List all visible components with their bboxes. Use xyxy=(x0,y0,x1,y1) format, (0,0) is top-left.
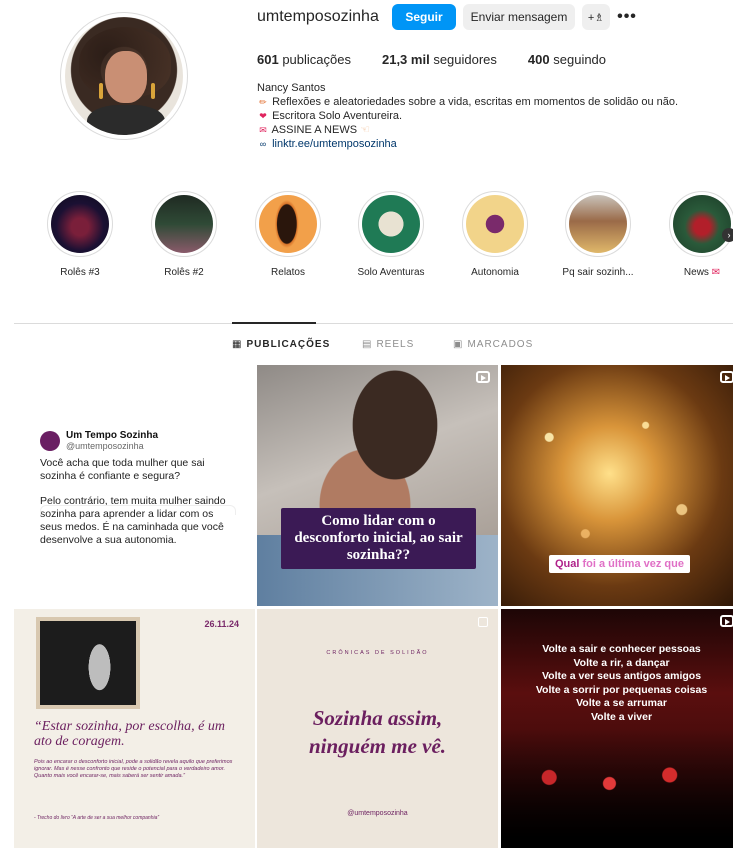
post-5[interactable]: CRÔNICAS DE SOLIDÃO Sozinha assim, ningu… xyxy=(257,609,498,848)
reel-icon xyxy=(720,615,733,627)
following-count[interactable]: 400 seguindo xyxy=(528,52,606,67)
tab-marcados[interactable]: ▣ MARCADOS xyxy=(453,339,533,350)
love-letter-icon: ✉ xyxy=(711,267,721,278)
highlights-next-button[interactable]: › xyxy=(722,228,733,242)
highlight-cover xyxy=(362,195,420,253)
highlight-cover xyxy=(466,195,524,253)
post-title: Sozinha assim, ninguém me vê. xyxy=(308,706,447,758)
highlight-relatos[interactable]: Relatos xyxy=(248,191,328,278)
post-body: Pois ao encarar o desconforto inicial, p… xyxy=(34,759,233,779)
post-caption: Qual foi a última vez que xyxy=(549,555,690,573)
pencil-icon: ✏ xyxy=(259,97,267,107)
highlight-news-label: News ✉ xyxy=(683,267,721,278)
highlight-cover xyxy=(155,195,213,253)
highlight-roles-2[interactable]: Rolês #2 xyxy=(144,191,224,278)
grid-icon: ▦ xyxy=(232,339,243,350)
profile-avatar[interactable] xyxy=(60,12,188,140)
posts-count: 601 publicações xyxy=(257,52,351,67)
love-letter-icon: ✉ xyxy=(259,125,267,135)
bio-link[interactable]: ∞ linktr.ee/umtemposozinha xyxy=(257,137,678,151)
post-quote: “Estar sozinha, por escolha, é um ato de… xyxy=(34,719,225,749)
highlight-solo-aventuras[interactable]: Solo Aventuras xyxy=(351,191,431,278)
profile-stats: 601 publicações 21,3 mil seguidores 400 … xyxy=(257,52,637,67)
pointing-hand-icon: ☜ xyxy=(360,124,370,136)
post-4[interactable]: 26.11.24 “Estar sozinha, por escolha, é … xyxy=(14,609,255,848)
post-6[interactable]: Volte a sair e conhecer pessoas Volte a … xyxy=(501,609,733,848)
followers-count[interactable]: 21,3 mil seguidores xyxy=(382,52,497,67)
reel-icon xyxy=(720,371,733,383)
profile-bio: Nancy Santos ✏ Reflexões e aleatoriedade… xyxy=(257,81,678,151)
heart-icon: ❤ xyxy=(259,111,267,121)
tab-publicacoes[interactable]: ▦ PUBLICAÇÕES xyxy=(232,339,330,350)
tab-reels[interactable]: ▤ REELS xyxy=(362,339,414,350)
post-caption: Como lidar com o desconforto inicial, ao… xyxy=(281,508,476,569)
highlight-roles-3[interactable]: Rolês #3 xyxy=(40,191,120,278)
highlight-cover xyxy=(673,195,731,253)
post-date: 26.11.24 xyxy=(204,619,239,629)
reels-icon: ▤ xyxy=(362,339,373,350)
add-user-button[interactable]: +♗ xyxy=(582,4,610,30)
post-2[interactable]: Como lidar com o desconforto inicial, ao… xyxy=(257,365,498,606)
link-icon: ∞ xyxy=(259,139,267,149)
highlight-cover xyxy=(51,195,109,253)
highlight-pq-sair-sozinha[interactable]: Pq sair sozinh... xyxy=(558,191,638,278)
post-handle: @umtemposozinha xyxy=(347,810,408,817)
carousel-icon xyxy=(478,617,488,627)
post-1[interactable]: Um Tempo Sozinha @umtemposozinha Você ac… xyxy=(14,365,255,606)
highlight-cover xyxy=(569,195,627,253)
active-tab-indicator xyxy=(232,322,316,324)
highlight-cover xyxy=(259,195,317,253)
tweet-card: Um Tempo Sozinha @umtemposozinha Você ac… xyxy=(40,430,226,546)
tagged-icon: ▣ xyxy=(453,339,464,350)
highlight-autonomia[interactable]: Autonomia xyxy=(455,191,535,278)
follow-button[interactable]: Seguir xyxy=(392,4,456,30)
bio-line-3: ✉ ASSINE A NEWS ☜ xyxy=(257,123,678,137)
post-photo xyxy=(36,617,140,709)
chevron-right-icon: › xyxy=(727,230,731,240)
post-source: - Trecho do livro “A arte de ser a sua m… xyxy=(34,815,160,821)
more-icon: ••• xyxy=(617,8,637,25)
bio-line-2: ❤ Escritora Solo Aventureira. xyxy=(257,109,678,123)
profile-name: Nancy Santos xyxy=(257,82,326,94)
add-user-icon: +♗ xyxy=(587,11,605,24)
tweet-footer xyxy=(40,505,236,515)
post-3[interactable]: Qual foi a última vez que xyxy=(501,365,733,606)
post-caption: Volte a sair e conhecer pessoas Volte a … xyxy=(535,643,708,723)
avatar xyxy=(40,430,60,451)
avatar-image xyxy=(65,17,183,135)
profile-username: umtemposozinha xyxy=(257,8,379,25)
reel-icon xyxy=(476,371,490,383)
send-message-button[interactable]: Enviar mensagem xyxy=(463,4,575,30)
tabs-divider xyxy=(14,323,733,324)
more-options-button[interactable]: ••• xyxy=(615,4,639,30)
bio-line-1: ✏ Reflexões e aleatoriedades sobre a vid… xyxy=(257,95,678,109)
post-kicker: CRÔNICAS DE SOLIDÃO xyxy=(326,650,429,656)
